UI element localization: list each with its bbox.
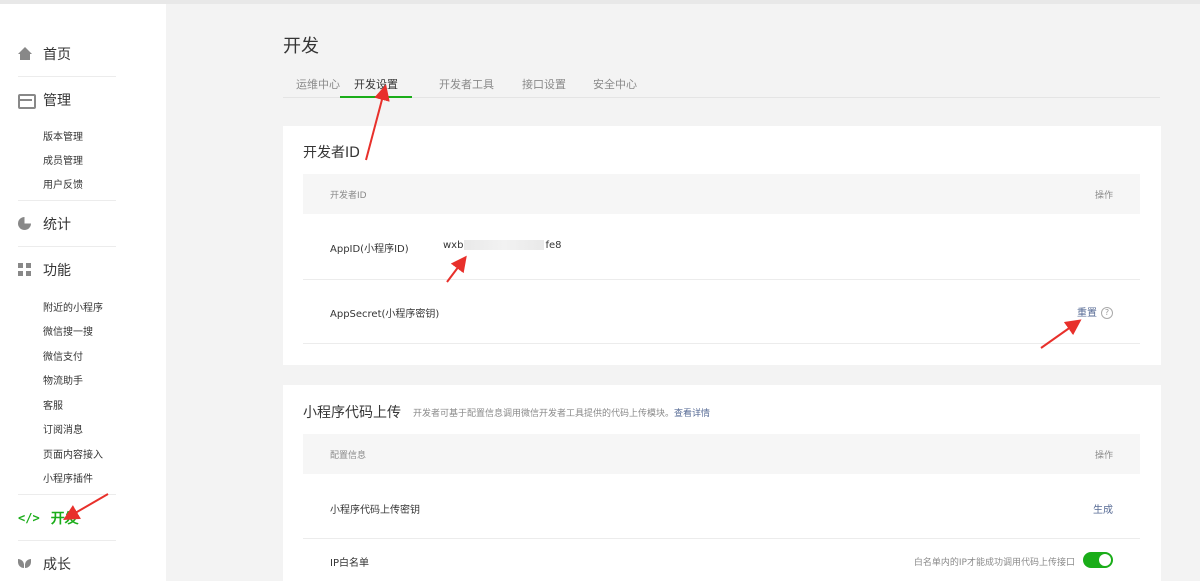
appsecret-label: AppSecret(小程序密钥) xyxy=(330,309,440,320)
sidebar-item-label: 开发 xyxy=(50,511,79,527)
sidebar-item-label: 成长 xyxy=(43,557,71,573)
sidebar-subitem-logistics[interactable]: 物流助手 xyxy=(43,372,83,387)
code-upload-desc: 开发者可基于配置信息调用微信开发者工具提供的代码上传模块。查看详情 xyxy=(413,406,710,419)
reset-secret-button[interactable]: 重置 xyxy=(1077,308,1097,319)
column-header: 操作 xyxy=(1094,451,1113,461)
appid-value: wxb fe8 xyxy=(443,240,562,251)
developer-id-title: 开发者ID xyxy=(303,145,360,161)
code-upload-card: 小程序代码上传 开发者可基于配置信息调用微信开发者工具提供的代码上传模块。查看详… xyxy=(283,385,1161,581)
sidebar-item-label: 功能 xyxy=(43,263,71,279)
code-upload-table-header: 配置信息 操作 xyxy=(303,434,1140,474)
table-row: AppSecret(小程序密钥) 重置? xyxy=(303,280,1140,344)
column-header: 开发者ID xyxy=(330,191,367,201)
growth-icon xyxy=(18,557,32,571)
sidebar-item-label: 统计 xyxy=(43,217,71,233)
appid-suffix: fe8 xyxy=(545,240,562,251)
upload-key-label: 小程序代码上传密钥 xyxy=(330,505,420,516)
sidebar-divider xyxy=(18,200,116,201)
sidebar-divider xyxy=(18,540,116,541)
tab-security[interactable]: 安全中心 xyxy=(593,76,637,98)
sidebar-divider xyxy=(18,246,116,247)
sidebar-item-stats[interactable]: 统计 xyxy=(18,212,71,236)
generate-key-button[interactable]: 生成 xyxy=(1093,501,1113,516)
sidebar-item-develop[interactable]: </> 开发 xyxy=(18,506,79,530)
sidebar-subitem-content[interactable]: 页面内容接入 xyxy=(43,446,103,461)
sidebar-subitem-version[interactable]: 版本管理 xyxy=(43,128,83,143)
developer-id-table-header: 开发者ID 操作 xyxy=(303,174,1140,214)
page-title: 开发 xyxy=(283,36,319,57)
developer-id-card: 开发者ID 开发者ID 操作 AppID(小程序ID) wxb fe8 AppSe… xyxy=(283,126,1161,365)
tab-api-settings[interactable]: 接口设置 xyxy=(522,76,566,98)
code-upload-desc-text: 开发者可基于配置信息调用微信开发者工具提供的代码上传模块。 xyxy=(413,409,675,419)
appsecret-actions: 重置? xyxy=(1077,304,1113,319)
sidebar-subitem-service[interactable]: 客服 xyxy=(43,397,63,412)
sidebar-subitem-members[interactable]: 成员管理 xyxy=(43,152,83,167)
table-row: 小程序代码上传密钥 生成 xyxy=(303,474,1140,539)
stats-icon xyxy=(18,217,32,231)
sidebar-item-growth[interactable]: 成长 xyxy=(18,552,71,576)
feature-icon xyxy=(18,263,32,277)
table-row: IP白名单 白名单内的IP才能成功调用代码上传接口 xyxy=(303,539,1140,581)
manage-icon xyxy=(18,93,36,109)
table-row: AppID(小程序ID) wxb fe8 xyxy=(303,214,1140,280)
code-icon: </> xyxy=(18,511,40,525)
tab-dev-settings[interactable]: 开发设置 xyxy=(340,76,412,98)
tab-dev-tools[interactable]: 开发者工具 xyxy=(439,76,494,98)
home-icon xyxy=(18,47,32,61)
column-header: 配置信息 xyxy=(330,451,367,461)
sidebar-item-manage[interactable]: 管理 xyxy=(18,88,71,112)
ip-whitelist-note: 白名单内的IP才能成功调用代码上传接口 xyxy=(913,558,1075,568)
ip-whitelist-toggle[interactable] xyxy=(1083,552,1113,568)
sidebar-subitem-plugin[interactable]: 小程序插件 xyxy=(43,470,93,485)
code-upload-title: 小程序代码上传 xyxy=(303,405,401,421)
sidebar-divider xyxy=(18,76,116,77)
sidebar-subitem-nearby[interactable]: 附近的小程序 xyxy=(43,299,103,314)
redaction-blur xyxy=(464,240,545,250)
sidebar: 首页 管理 版本管理 成员管理 用户反馈 统计 功能 附近的小程序 微信搜一搜 … xyxy=(0,4,166,581)
appid-label: AppID(小程序ID) xyxy=(330,244,409,255)
view-details-link[interactable]: 查看详情 xyxy=(674,409,710,419)
sidebar-item-label: 管理 xyxy=(43,93,71,109)
top-bar xyxy=(0,0,1200,4)
column-header: 操作 xyxy=(1094,191,1113,201)
ip-whitelist-label: IP白名单 xyxy=(330,558,369,569)
sidebar-subitem-subscribe[interactable]: 订阅消息 xyxy=(43,421,83,436)
sidebar-item-label: 首页 xyxy=(43,47,71,63)
sidebar-divider xyxy=(18,494,116,495)
sidebar-item-features[interactable]: 功能 xyxy=(18,258,71,282)
sidebar-item-home[interactable]: 首页 xyxy=(18,42,71,66)
tab-ops[interactable]: 运维中心 xyxy=(296,76,340,98)
sidebar-subitem-feedback[interactable]: 用户反馈 xyxy=(43,176,83,191)
tab-bar: 运维中心 开发设置 开发者工具 接口设置 安全中心 xyxy=(283,70,1160,98)
sidebar-subitem-search[interactable]: 微信搜一搜 xyxy=(43,323,93,338)
sidebar-subitem-pay[interactable]: 微信支付 xyxy=(43,348,83,363)
help-icon[interactable]: ? xyxy=(1101,307,1113,319)
appid-prefix: wxb xyxy=(443,240,464,251)
